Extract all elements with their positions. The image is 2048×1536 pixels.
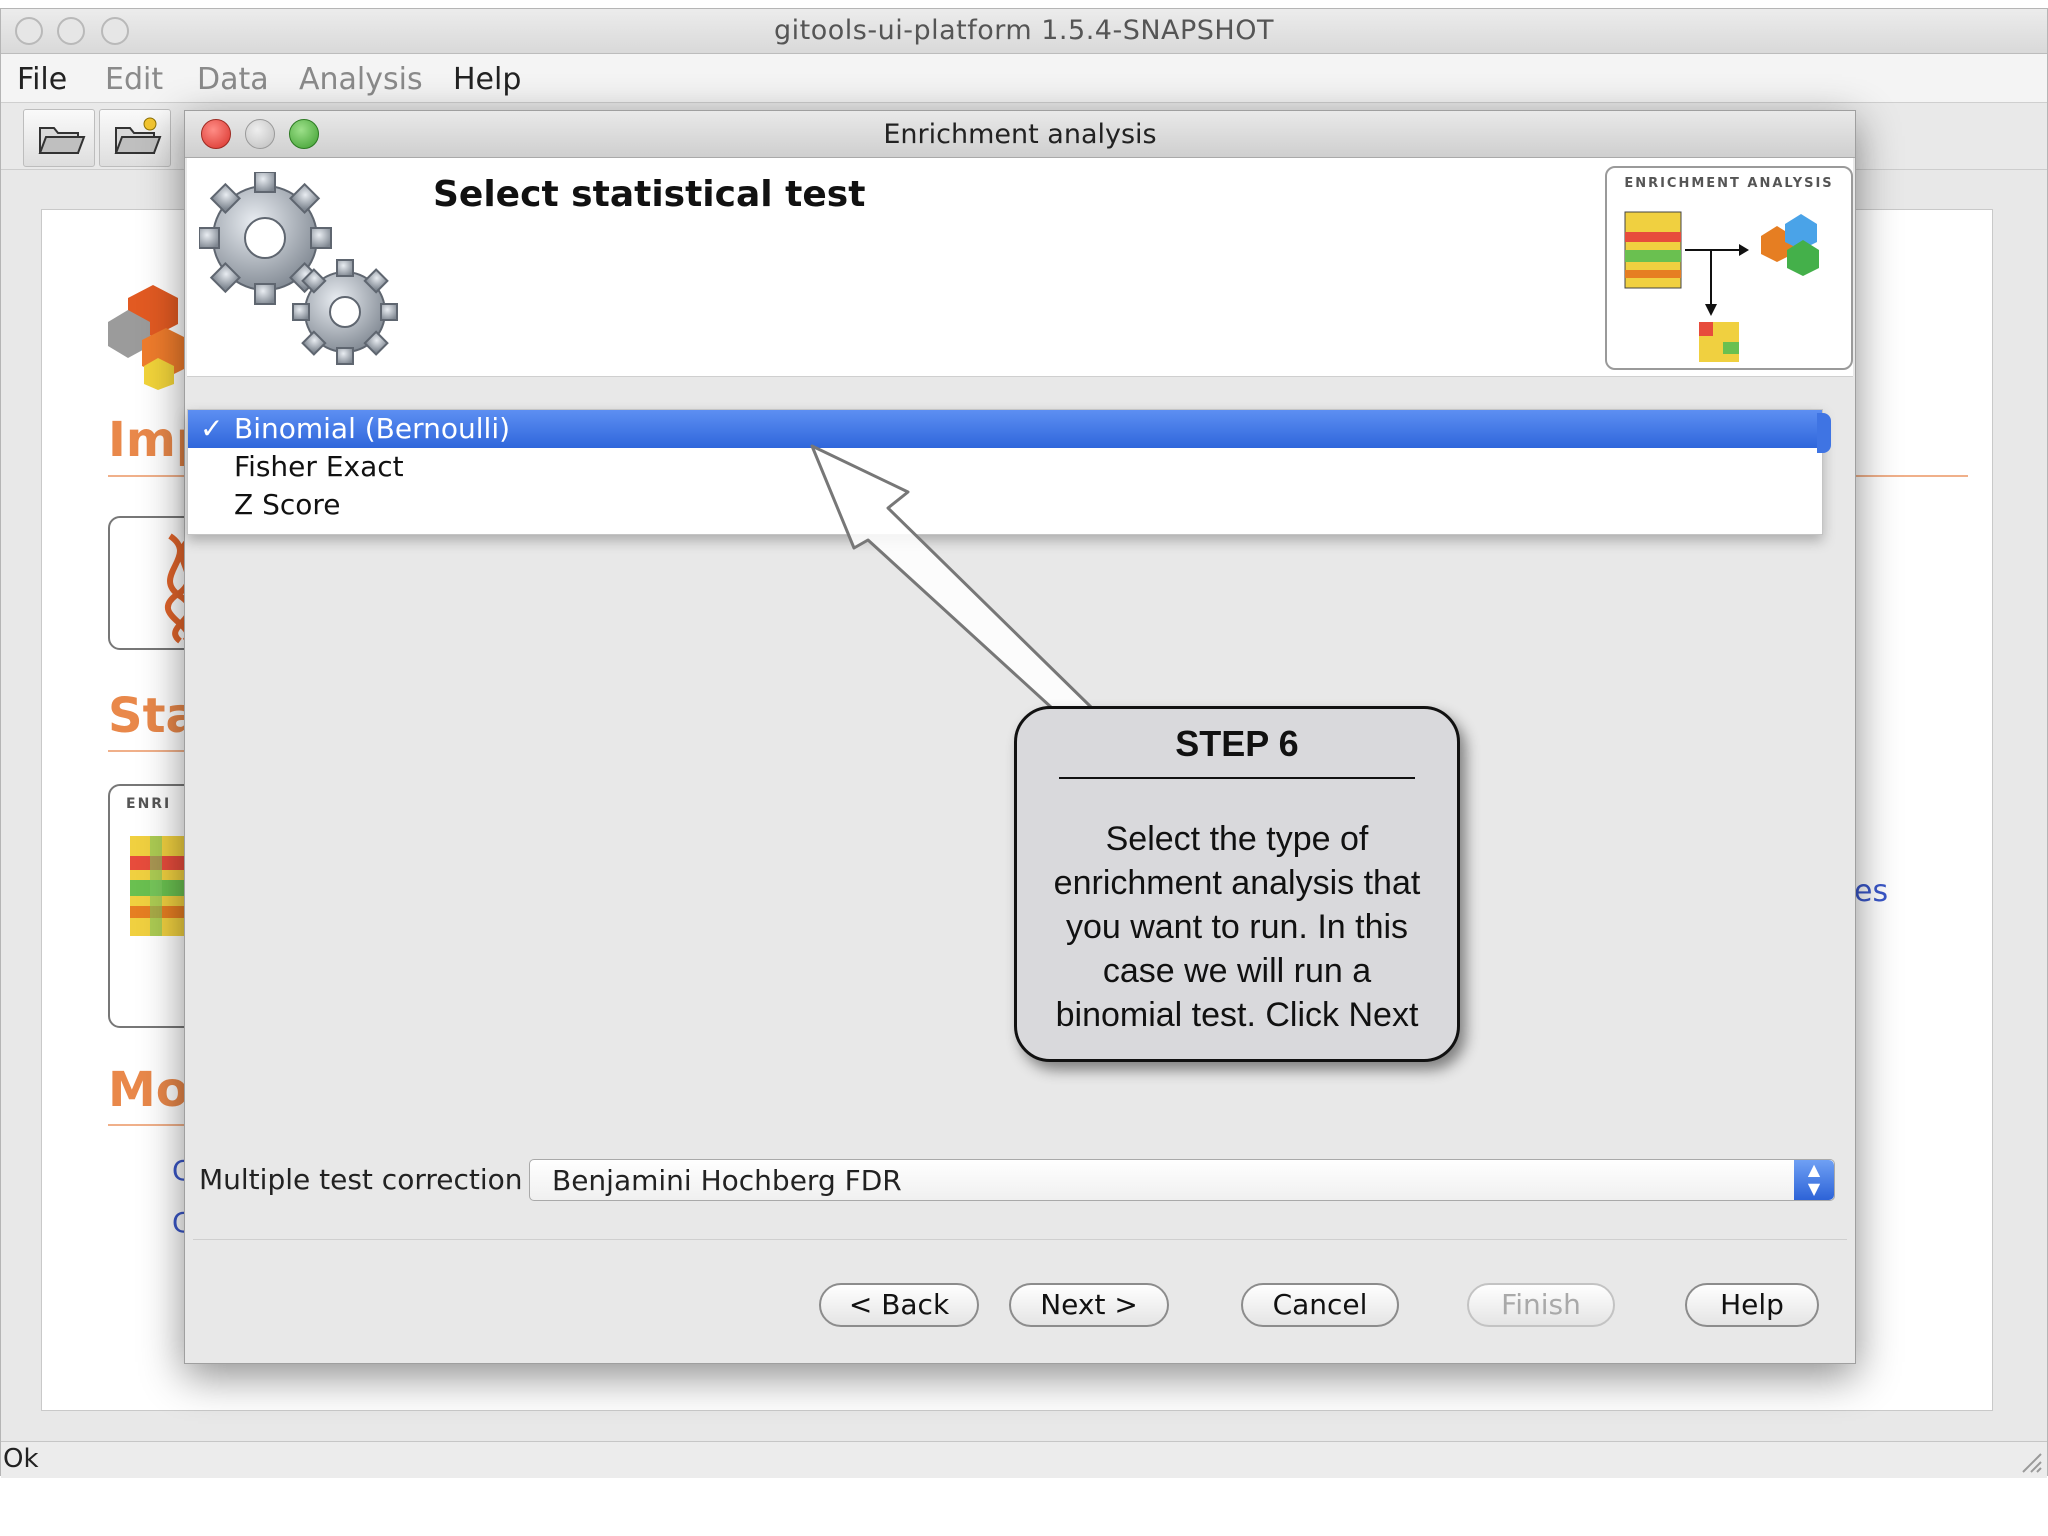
- step-callout: STEP 6 Select the type of enrichment ana…: [1014, 706, 1460, 1062]
- callout-title: STEP 6: [1175, 723, 1299, 764]
- callout-rule: [1059, 777, 1415, 779]
- callout-text: Select the type of enrichment analysis t…: [1053, 820, 1421, 1034]
